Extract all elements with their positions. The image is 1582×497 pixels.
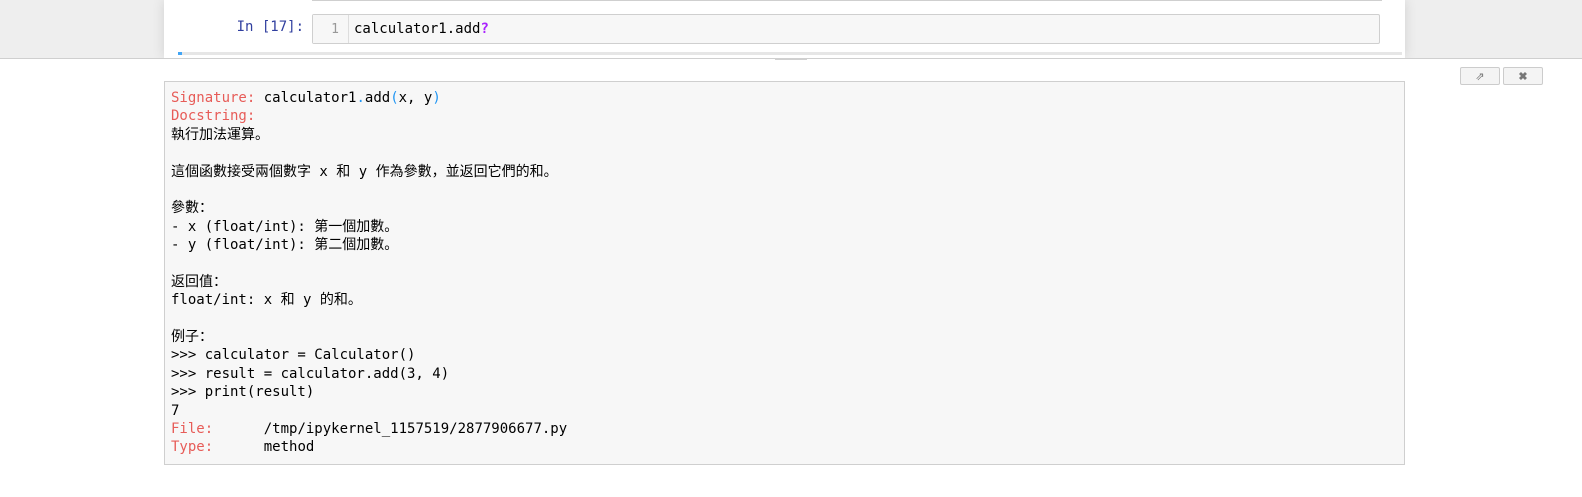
file-label: File:	[171, 421, 214, 438]
signature-dot: .	[356, 90, 365, 106]
docstring-line: >>> result = calculator.add(3, 4)	[171, 365, 450, 382]
file-line: File: /tmp/ipykernel_1157519/2877906677.…	[171, 420, 1398, 438]
code-text: calculator1.add	[354, 21, 481, 37]
docstring-line	[171, 310, 1398, 328]
input-prompt: In [17]:	[236, 19, 304, 35]
type-line: Type: method	[171, 438, 1398, 456]
docstring-line: - y (float/int): 第二個加數。	[171, 237, 399, 254]
pager-contents: Signature: calculator1.add(x, y) Docstri…	[164, 81, 1405, 465]
signature-line: Signature: calculator1.add(x, y)	[171, 89, 1398, 107]
cell-selection-accent	[178, 52, 1402, 55]
docstring-line: 例子：	[171, 329, 213, 346]
docstring-line: >>> print(result)	[171, 384, 315, 401]
docstring-line: 執行加法運算。	[171, 126, 269, 143]
notebook-page: In [17]: 1 calculator1.add?	[164, 0, 1405, 58]
external-link-icon[interactable]: ⇗	[1460, 67, 1500, 85]
signature-args: x, y	[398, 90, 433, 106]
signature-open-paren: (	[390, 90, 399, 106]
docstring-line	[171, 144, 1398, 162]
type-value: method	[263, 439, 315, 456]
docstring-line: float/int: x 和 y 的和。	[171, 292, 362, 309]
signature-object: calculator1	[263, 90, 357, 106]
signature-function: add	[364, 90, 391, 106]
docstring-line	[171, 181, 1398, 199]
docstring-line: - x (float/int): 第一個加數。	[171, 218, 399, 235]
signature-close-paren: )	[432, 90, 441, 106]
pager-panel: ⇗ ✖ Signature: calculator1.add(x, y) Doc…	[0, 58, 1582, 497]
docstring-label: Docstring:	[171, 108, 256, 125]
docstring-line: >>> calculator = Calculator()	[171, 347, 416, 364]
signature-label: Signature:	[171, 90, 256, 106]
docstring-line: 返回值：	[171, 273, 227, 290]
file-path: /tmp/ipykernel_1157519/2877906677.py	[263, 421, 568, 438]
code-cell-input[interactable]: 1 calculator1.add?	[312, 14, 1380, 44]
close-icon[interactable]: ✖	[1503, 67, 1543, 85]
help-operator: ?	[480, 21, 489, 37]
docstring-line: 參數：	[171, 200, 213, 217]
docstring-line	[171, 255, 1398, 273]
docstring-line: 這個函數接受兩個數字 x 和 y 作為參數，並返回它們的和。	[171, 163, 558, 180]
line-number: 1	[313, 15, 349, 43]
pager-resize-handle[interactable]	[775, 58, 807, 60]
docstring-line: 7	[171, 402, 180, 419]
type-label: Type:	[171, 439, 214, 456]
code-line[interactable]: calculator1.add?	[354, 15, 489, 44]
previous-cell-border	[312, 0, 1382, 1]
